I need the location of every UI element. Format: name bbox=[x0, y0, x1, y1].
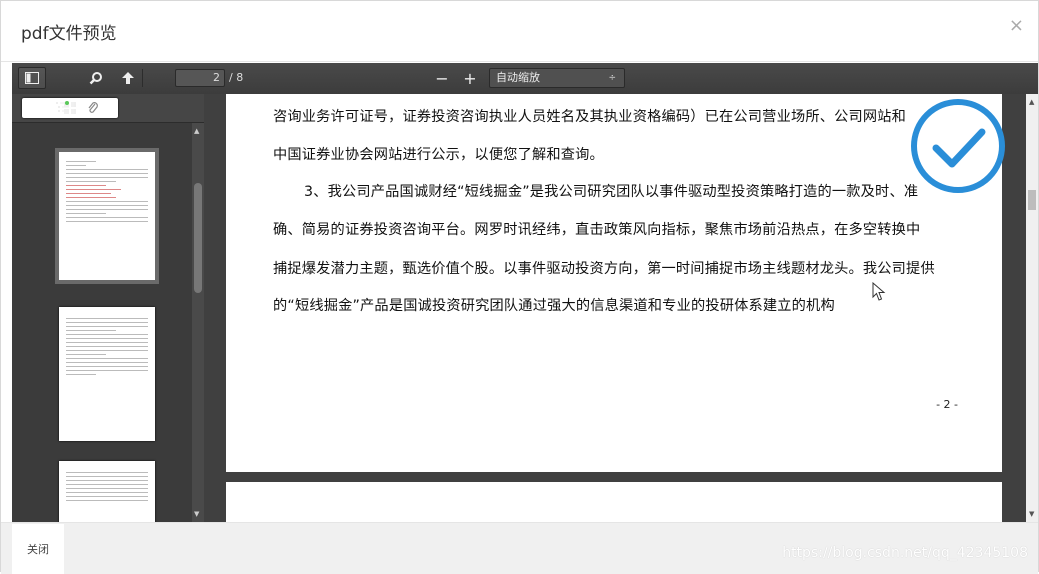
zoom-select-value: 自动缩放 bbox=[496, 71, 540, 84]
text-line: 捕捉爆发潜力主题，甄选价值个股。以事件驱动投资方向，第一时间捕捉市场主线题材龙头… bbox=[273, 261, 935, 277]
viewer-toolbar: 2 / 8 − + 自动缩放 ÷ bbox=[12, 63, 1038, 95]
checkmark-circle-icon bbox=[911, 99, 1005, 193]
document-area: 咨询业务许可证号，证券投资咨询执业人员姓名及其执业资格编码）已在公司营业场所、公… bbox=[204, 94, 1026, 522]
page-total: / 8 bbox=[229, 71, 244, 84]
text-line: 的“短线掘金”产品是国诚投资研究团队通过强大的信息渠道和专业的投研体系建立的机构 bbox=[273, 298, 835, 314]
watermark: https://blog.csdn.net/qq_42345108 bbox=[782, 545, 1028, 561]
sidebar-scroll-thumb[interactable] bbox=[194, 183, 202, 293]
thumbnail-sidebar: ▲ ▼ bbox=[12, 94, 204, 522]
scroll-down-icon[interactable]: ▼ bbox=[194, 510, 199, 518]
pdf-preview-modal: pdf文件预览 × 2 / 8 − + 自动缩放 ÷ ▲ ▼ 咨询业务许可证号，… bbox=[0, 0, 1039, 574]
tab-outline[interactable] bbox=[52, 98, 74, 118]
page-number-label: - 2 - bbox=[936, 398, 958, 411]
toolbar-separator bbox=[142, 69, 143, 87]
document-scroll-thumb[interactable] bbox=[1028, 190, 1036, 210]
text-line: 确、简易的证券投资咨询平台。网罗时讯经纬，直击政策风向指标，聚焦市场前沿热点，在… bbox=[273, 222, 921, 238]
tab-attachments[interactable] bbox=[82, 98, 104, 118]
outline-list-icon bbox=[56, 101, 69, 112]
paperclip-icon bbox=[88, 102, 98, 113]
sidebar-toggle-icon bbox=[25, 72, 39, 84]
text-line: 中国证券业协会网站进行公示，以便您了解和查询。 bbox=[273, 147, 604, 163]
chevron-down-icon: ÷ bbox=[608, 73, 616, 83]
pdf-page: 咨询业务许可证号，证券投资咨询执业人员姓名及其执业资格编码）已在公司营业场所、公… bbox=[226, 94, 1005, 472]
document-scrollbar[interactable]: ▲ ▼ bbox=[1026, 94, 1038, 522]
close-button[interactable]: 关闭 bbox=[12, 524, 64, 574]
pdf-viewer: 2 / 8 − + 自动缩放 ÷ ▲ ▼ 咨询业务许可证号，证券投资咨询执业人员… bbox=[12, 63, 1038, 522]
previous-page-button[interactable] bbox=[116, 67, 140, 89]
modal-header: pdf文件预览 × bbox=[1, 1, 1038, 62]
close-icon[interactable]: × bbox=[1009, 17, 1024, 35]
page-thumbnail-2[interactable] bbox=[55, 148, 159, 284]
page-number-input[interactable]: 2 bbox=[175, 69, 225, 87]
mouse-pointer-icon bbox=[872, 282, 886, 301]
text-line: 咨询业务许可证号，证券投资咨询执业人员姓名及其执业资格编码）已在公司营业场所、公… bbox=[273, 109, 907, 125]
page-thumbnail-4[interactable] bbox=[59, 461, 155, 522]
thumbnail-list bbox=[12, 123, 192, 522]
modal-footer: 关闭 https://blog.csdn.net/qq_42345108 bbox=[1, 522, 1038, 574]
scroll-down-icon[interactable]: ▼ bbox=[1029, 510, 1034, 518]
zoom-select[interactable]: 自动缩放 ÷ bbox=[489, 68, 625, 88]
modal-title: pdf文件预览 bbox=[21, 24, 117, 44]
sidebar-toggle-button[interactable] bbox=[18, 67, 46, 89]
arrow-up-icon bbox=[122, 72, 134, 84]
page-thumbnail-3[interactable] bbox=[59, 307, 155, 441]
text-line: 3、我公司产品国诚财经“短线掘金”是我公司研究团队以事件驱动型投资策略打造的一款… bbox=[304, 184, 919, 200]
scroll-up-icon[interactable]: ▲ bbox=[194, 127, 199, 135]
sidebar-tabs bbox=[12, 94, 204, 123]
pdf-page-next bbox=[226, 482, 1002, 522]
scroll-up-icon[interactable]: ▲ bbox=[1029, 98, 1034, 106]
search-button[interactable] bbox=[84, 67, 108, 89]
zoom-out-button[interactable]: − bbox=[432, 67, 452, 89]
zoom-in-button[interactable]: + bbox=[460, 67, 480, 89]
search-icon bbox=[89, 72, 102, 85]
sidebar-scrollbar[interactable]: ▲ ▼ bbox=[192, 123, 204, 522]
